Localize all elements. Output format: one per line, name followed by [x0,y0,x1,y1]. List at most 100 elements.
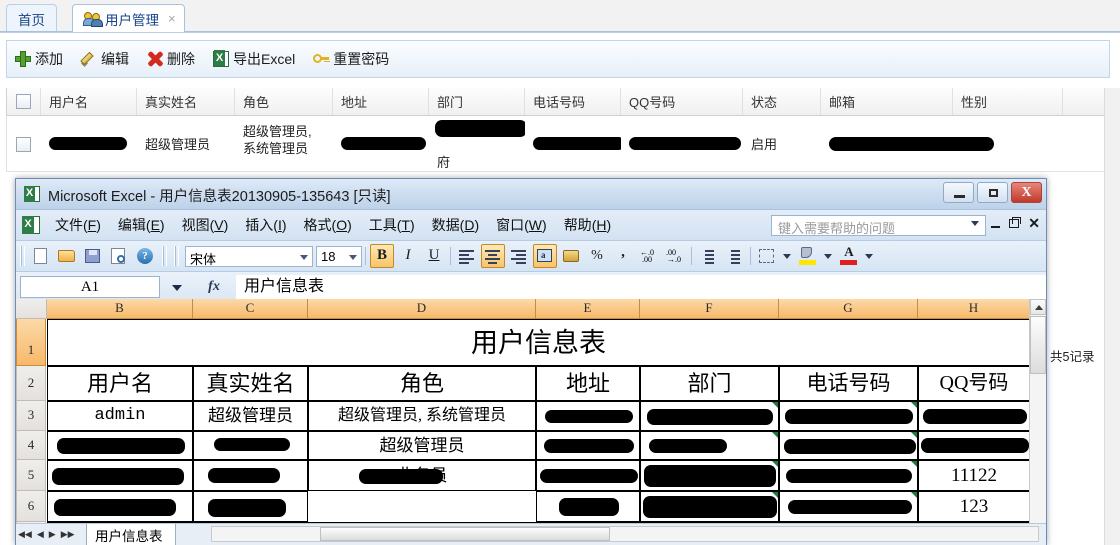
excel-sheet-grid[interactable]: B C D E F G H 1 2 3 4 5 6 7 用户信息表 用户名 真实… [16,299,1046,545]
row-header-1[interactable]: 1 [16,319,46,366]
cell-H6[interactable]: 123 [918,491,1030,522]
row-select-cell[interactable] [7,116,41,171]
cell-B2[interactable]: 用户名 [47,366,193,401]
excel-window[interactable]: Microsoft Excel - 用户信息表20130905-135643 [… [15,178,1047,545]
decrease-decimal-icon[interactable]: .00 →.0 [663,244,687,268]
cell-G5[interactable] [779,460,918,491]
column-header-D[interactable]: D [308,299,536,319]
menu-window[interactable]: 窗口(W) [489,212,554,238]
insert-function-icon[interactable]: fx [192,276,236,298]
cell-F3[interactable] [640,401,779,431]
row-header-5[interactable]: 5 [16,460,46,491]
align-left-button[interactable] [455,244,479,268]
chevron-down-icon[interactable] [971,221,979,226]
toolbar-grip[interactable] [20,246,25,266]
sheet-horizontal-scrollbar[interactable] [211,526,1039,542]
cell-D3[interactable]: 超级管理员, 系统管理员 [308,401,536,431]
cell-E6[interactable] [536,491,640,522]
col-header-role[interactable]: 角色 [235,88,333,115]
borders-icon[interactable] [755,244,779,268]
reset-password-button[interactable]: 重置密码 [313,49,389,69]
scroll-up-icon[interactable] [1030,299,1046,315]
increase-decimal-icon[interactable]: ←.0.00 [637,244,661,268]
col-header-qq[interactable]: QQ号码 [621,88,743,115]
next-sheet-icon[interactable]: ▶ [49,529,56,540]
col-header-email[interactable]: 邮箱 [821,88,953,115]
cell-H4[interactable] [918,431,1030,460]
first-sheet-icon[interactable]: ◀◀ [18,529,32,540]
cell-D2[interactable]: 角色 [308,366,536,401]
help-icon[interactable]: ? [133,244,157,268]
font-color-icon[interactable]: A [837,244,861,268]
col-header-phone[interactable]: 电话号码 [525,88,621,115]
col-header-username[interactable]: 用户名 [41,88,137,115]
cell-E2[interactable]: 地址 [536,366,640,401]
close-button[interactable]: X [1011,182,1042,203]
row-checkbox[interactable] [16,137,31,152]
col-header-realname[interactable]: 真实姓名 [137,88,235,115]
cell-title-merged[interactable]: 用户信息表 [47,319,1030,366]
cell-G3[interactable] [779,401,918,431]
cell-F6[interactable] [640,491,779,522]
corner-select-all[interactable] [16,299,47,319]
add-button[interactable]: 添加 [15,49,63,69]
merge-and-center-button[interactable]: a [533,244,557,268]
select-all-header[interactable] [7,88,41,115]
cell-H2[interactable]: QQ号码 [918,366,1030,401]
cell-E3[interactable] [536,401,640,431]
cell-G4[interactable] [779,431,918,460]
cell-F2[interactable]: 部门 [640,366,779,401]
horizontal-scroll-thumb[interactable] [320,527,610,541]
cell-C2[interactable]: 真实姓名 [193,366,308,401]
cell-C4[interactable] [193,431,308,460]
column-header-C[interactable]: C [193,299,308,319]
column-header-E[interactable]: E [536,299,640,319]
menu-view[interactable]: 视图(V) [175,212,236,238]
delete-button[interactable]: 删除 [147,49,195,69]
name-box[interactable]: A1 [20,276,160,298]
toolbar-grip-3[interactable] [174,246,179,266]
menu-tools[interactable]: 工具(T) [362,212,422,238]
cell-D4[interactable]: 超级管理员 [308,431,536,460]
align-right-button[interactable] [507,244,531,268]
menu-data[interactable]: 数据(D) [425,212,486,238]
column-header-B[interactable]: B [47,299,193,319]
font-size-combo[interactable]: 18 [316,245,362,267]
font-color-dropdown-icon[interactable] [863,244,876,268]
excel-title-bar[interactable]: Microsoft Excel - 用户信息表20130905-135643 [… [16,179,1046,210]
col-header-address[interactable]: 地址 [333,88,429,115]
minimize-button[interactable] [943,182,974,203]
cell-G2[interactable]: 电话号码 [779,366,918,401]
name-box-dropdown[interactable] [160,276,192,298]
decrease-indent-icon[interactable] [696,244,720,268]
sheet-nav-buttons[interactable]: ◀◀ ◀ ▶ ▶▶ [18,527,80,542]
menu-edit[interactable]: 编辑(E) [111,212,172,238]
export-excel-button[interactable]: 导出Excel [213,49,295,69]
doc-minimize-icon[interactable] [991,226,1001,228]
restore-button[interactable] [977,182,1008,203]
open-file-icon[interactable] [55,244,79,268]
menu-insert[interactable]: 插入(I) [238,212,293,238]
ask-a-question-input[interactable]: 键入需要帮助的问题 [771,215,986,236]
menu-help[interactable]: 帮助(H) [557,212,618,238]
page-scrollbar[interactable] [1104,88,1120,545]
new-file-icon[interactable] [29,244,53,268]
cell-C6[interactable] [193,491,308,522]
last-sheet-icon[interactable]: ▶▶ [61,529,75,540]
table-row[interactable]: 超级管理员 超级管理员, 系统管理员 府 启用 [6,116,1110,172]
edit-button[interactable]: 编辑 [81,49,129,69]
cell-H3[interactable] [918,401,1030,431]
col-header-gender[interactable]: 性别 [953,88,1063,115]
row-header-3[interactable]: 3 [16,401,46,431]
cell-D5[interactable]: 业务员 [308,460,536,491]
italic-button[interactable]: I [396,244,420,268]
menu-file[interactable]: 文件(F) [48,212,108,238]
tab-close-icon[interactable]: × [168,11,176,26]
tab-home[interactable]: 首页 [6,4,57,32]
cell-B6[interactable] [47,491,193,522]
tab-user-management[interactable]: 用户管理 × [72,4,185,32]
sheet-vertical-scrollbar[interactable] [1029,299,1046,545]
col-header-status[interactable]: 状态 [743,88,821,115]
row-header-2[interactable]: 2 [16,366,46,401]
cell-E5[interactable] [536,460,640,491]
